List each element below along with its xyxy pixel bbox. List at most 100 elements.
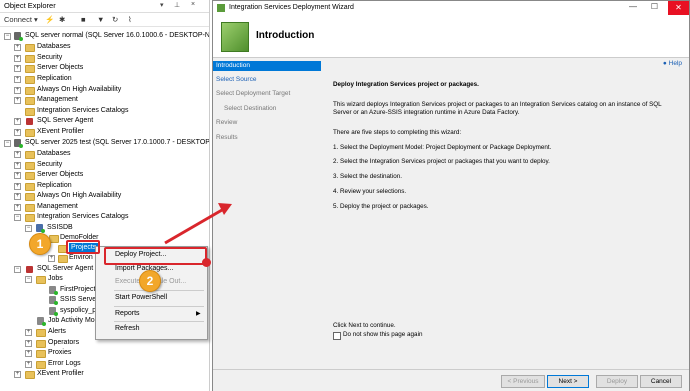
connect-button[interactable]: Connect ▾ (4, 15, 38, 24)
tree-item-label: Server Objects (37, 171, 84, 178)
nav-step-results: Results (216, 134, 238, 141)
folder-icon (25, 371, 35, 379)
nav-step-select-deployment-target: Select Deployment Target (216, 90, 291, 97)
folder-icon (25, 151, 35, 159)
expand-icon[interactable]: + (14, 97, 21, 104)
expand-icon[interactable]: + (14, 193, 21, 200)
disconnect-icon[interactable]: ✱ (59, 15, 65, 24)
tree-item-label: Environ (69, 254, 93, 261)
folder-icon (25, 65, 35, 73)
menu-item-reports[interactable]: Reports (115, 310, 140, 317)
cancel-button[interactable]: Cancel (640, 375, 682, 388)
next-button[interactable]: Next > (547, 375, 589, 388)
dont-show-checkbox[interactable] (333, 332, 341, 340)
tree-item-label: Alerts (48, 328, 66, 335)
minimize-icon[interactable]: — (629, 2, 637, 11)
nav-step-review: Review (216, 119, 238, 126)
menu-separator (114, 321, 204, 322)
dropdown-icon[interactable]: ▾ (160, 1, 164, 9)
folder-icon (25, 108, 35, 116)
tree-item-label: Server Objects (37, 64, 84, 71)
expand-icon[interactable]: + (14, 65, 21, 72)
wizard-page-title: Introduction (256, 30, 315, 41)
folder-icon (25, 129, 35, 137)
maximize-icon[interactable]: ☐ (651, 2, 658, 11)
expand-icon[interactable]: + (14, 118, 21, 125)
expand-icon[interactable]: + (14, 76, 21, 83)
folder-icon (36, 361, 46, 369)
folder-icon (25, 193, 35, 201)
expand-icon[interactable]: + (14, 129, 21, 136)
click-next-text: Click Next to continue. (333, 322, 396, 329)
activity-monitor-icon (37, 317, 46, 326)
server-icon (14, 32, 23, 41)
wizard-content: ● Help Deploy Integration Services proje… (322, 58, 688, 369)
tree-item-label: Proxies (48, 349, 72, 356)
menu-item-refresh[interactable]: Refresh (115, 325, 140, 332)
folder-icon (25, 183, 35, 191)
expand-icon[interactable]: + (25, 329, 32, 336)
callout-badge-2: 2 (139, 270, 161, 292)
steps-intro: There are five steps to completing this … (333, 129, 462, 136)
connect-icon[interactable]: ⚡ (45, 15, 54, 24)
refresh-icon[interactable]: ↻ (112, 15, 118, 24)
expand-icon[interactable]: + (25, 350, 32, 357)
expand-icon[interactable]: + (25, 340, 32, 347)
tree-item-label: Jobs (48, 275, 63, 282)
menu-item-start-powershell[interactable]: Start PowerShell (115, 294, 167, 301)
wizard-logo-icon (221, 22, 249, 52)
previous-button: < Previous (501, 375, 545, 388)
collapse-icon[interactable]: − (14, 214, 21, 221)
folder-icon (36, 276, 46, 284)
job-icon (49, 286, 58, 295)
tree-item-label: SQL Server Agent (37, 265, 94, 272)
deployment-wizard-window: Integration Services Deployment Wizard —… (212, 0, 690, 391)
help-link[interactable]: ● Help (663, 60, 682, 67)
tree-item-label: Job Activity Mo (48, 317, 95, 324)
highlight-marker (202, 258, 211, 267)
tree-item-label: Integration Services Catalogs (37, 213, 129, 220)
highlight-projects (66, 240, 100, 254)
expand-icon[interactable]: + (14, 151, 21, 158)
intro-paragraph: This wizard deploys Integration Services… (333, 101, 662, 116)
close-icon[interactable]: × (191, 1, 195, 8)
object-explorer-titlebar: Object Explorer ▾ ⊥ × (0, 0, 209, 13)
callout-badge-1: 1 (29, 233, 51, 255)
folder-icon (36, 340, 46, 348)
tree-item-label: Databases (37, 43, 71, 50)
wizard-window-title: Integration Services Deployment Wizard (229, 4, 354, 11)
stop-icon[interactable]: ■ (81, 15, 86, 24)
tree-item-label: SSIS Server (60, 296, 99, 303)
expand-icon[interactable]: + (14, 183, 21, 190)
nav-step-introduction[interactable]: Introduction (213, 61, 321, 71)
expand-icon[interactable]: + (14, 371, 21, 378)
collapse-icon[interactable]: − (25, 225, 32, 232)
expand-icon[interactable]: + (25, 361, 32, 368)
collapse-icon[interactable]: − (4, 33, 11, 40)
help-label: Help (668, 60, 682, 67)
filter-icon[interactable]: ▼ (97, 15, 104, 24)
tree-item-label: XEvent Profiler (37, 128, 84, 135)
expand-icon[interactable]: + (48, 255, 55, 262)
nav-step-select-source[interactable]: Select Source (213, 75, 321, 85)
tree-item-label: Replication (37, 182, 72, 189)
collapse-icon[interactable]: − (4, 140, 11, 147)
activity-icon[interactable]: ⌇ (128, 15, 132, 24)
pin-icon[interactable]: ⊥ (174, 1, 180, 9)
collapse-icon[interactable]: − (25, 276, 32, 283)
expand-icon[interactable]: + (14, 162, 21, 169)
expand-icon[interactable]: + (14, 172, 21, 179)
database-icon (36, 224, 45, 233)
folder-icon (36, 350, 46, 358)
expand-icon[interactable]: + (14, 204, 21, 211)
step-3: 3. Select the destination. (333, 173, 402, 180)
step-1: 1. Select the Deployment Model: Project … (333, 144, 552, 151)
close-icon[interactable]: ✕ (668, 1, 689, 15)
expand-icon[interactable]: + (14, 87, 21, 94)
wizard-header: Introduction (213, 15, 689, 58)
expand-icon[interactable]: + (14, 55, 21, 62)
tree-item-label: Management (37, 203, 78, 210)
intro-heading: Deploy Integration Services project or p… (333, 81, 479, 88)
collapse-icon[interactable]: − (14, 266, 21, 273)
expand-icon[interactable]: + (14, 44, 21, 51)
